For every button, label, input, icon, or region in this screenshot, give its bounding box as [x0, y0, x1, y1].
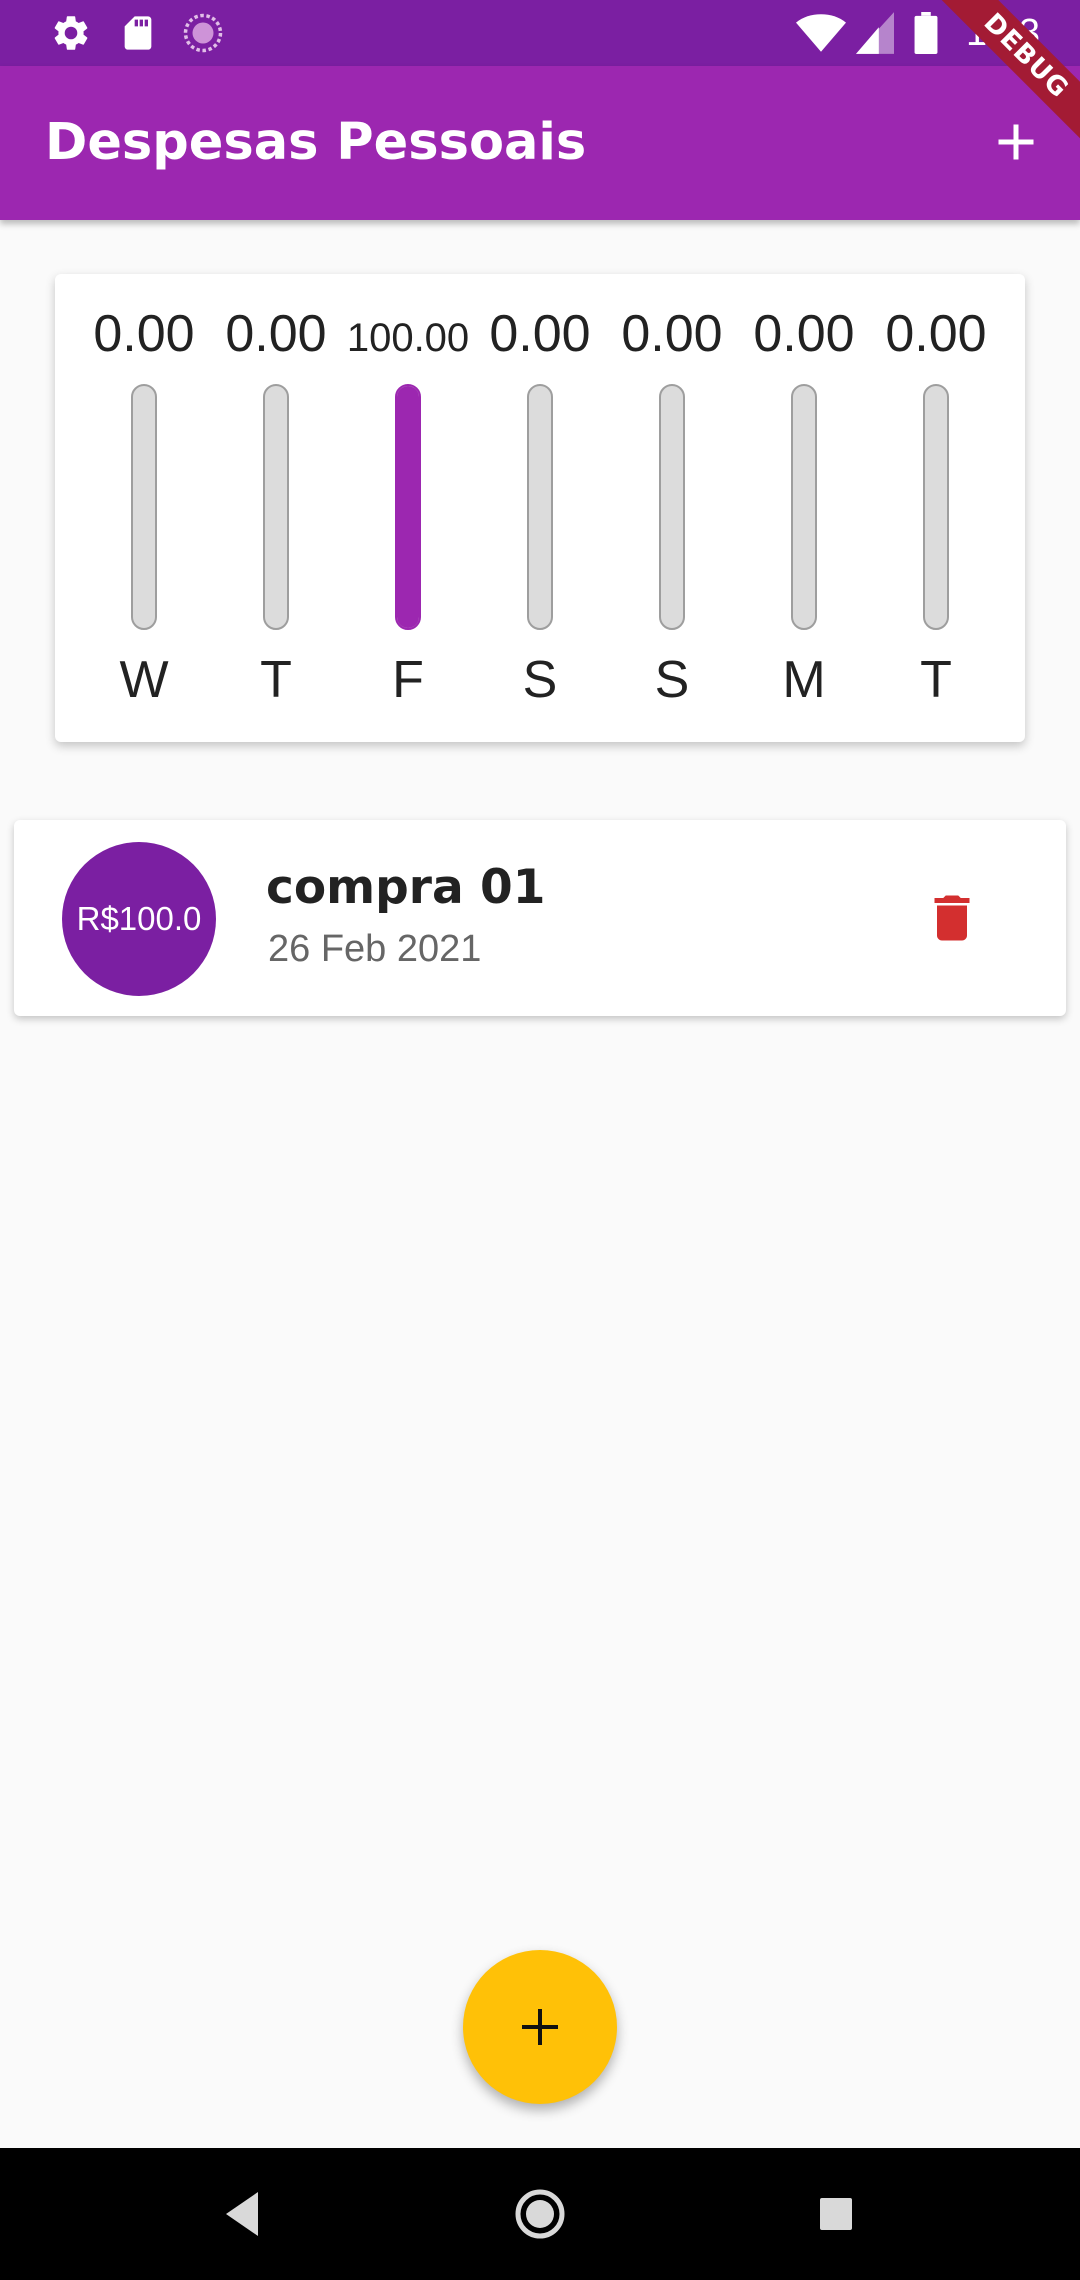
bar-value-label: 0.00: [93, 305, 195, 363]
add-transaction-button[interactable]: [463, 1950, 617, 2104]
weekly-chart-card: 0.00 W 0.00 T 100.00 F 0.00 S 0.00 S 0.00 M 0.00 T: [55, 274, 1025, 742]
sd-card-icon: [124, 16, 152, 50]
sync-icon: [183, 13, 223, 53]
bar-track: [527, 384, 553, 630]
bar-fill: [397, 386, 419, 628]
app-screen: 1:23 Despesas Pessoais DEBUG 0.00W0.00T1…: [0, 0, 1080, 2280]
bar-value-label: 0.00: [621, 305, 723, 363]
home-icon[interactable]: [514, 2184, 566, 2244]
add-icon[interactable]: [986, 112, 1046, 172]
battery-icon: [914, 12, 938, 54]
bar-day-label: S: [522, 651, 558, 709]
bar-track: [923, 384, 949, 630]
bar-track: [131, 384, 157, 630]
signal-icon: [856, 12, 894, 54]
transaction-amount: R$100.0: [76, 900, 202, 937]
bar-value-label: 0.00: [489, 305, 591, 363]
bar-value-label: 100.00: [346, 316, 470, 360]
bar-track: [791, 384, 817, 630]
page-title: Despesas Pessoais: [45, 113, 587, 172]
transaction-title: compra 01: [266, 860, 546, 915]
trash-icon[interactable]: [922, 888, 982, 948]
bar-day-label: T: [920, 651, 952, 709]
bar-value-label: 0.00: [885, 305, 987, 363]
bar-day-label: T: [260, 651, 292, 709]
back-icon[interactable]: [222, 2184, 262, 2244]
navigation-bar: [0, 2148, 1080, 2280]
app-bar: Despesas Pessoais: [0, 66, 1080, 220]
recents-icon[interactable]: [816, 2184, 856, 2244]
add-icon: [522, 2009, 558, 2045]
amount-avatar: R$100.0: [62, 842, 216, 996]
bar-track: [263, 384, 289, 630]
bar-day-label: F: [392, 651, 424, 709]
settings-icon: [54, 16, 88, 50]
bar-value-label: 0.00: [753, 305, 855, 363]
bar-day-label: M: [782, 651, 826, 709]
bar-day-label: S: [654, 651, 690, 709]
status-bar: 1:23: [0, 0, 1080, 66]
bar-track: [395, 384, 421, 630]
bar-value-label: 0.00: [225, 305, 327, 363]
wifi-icon: [796, 14, 846, 52]
bar-track: [659, 384, 685, 630]
transaction-date: 26 Feb 2021: [268, 928, 482, 970]
list-item: R$100.0 compra 01 26 Feb 2021: [14, 820, 1066, 1016]
bar-day-label: W: [119, 651, 169, 709]
